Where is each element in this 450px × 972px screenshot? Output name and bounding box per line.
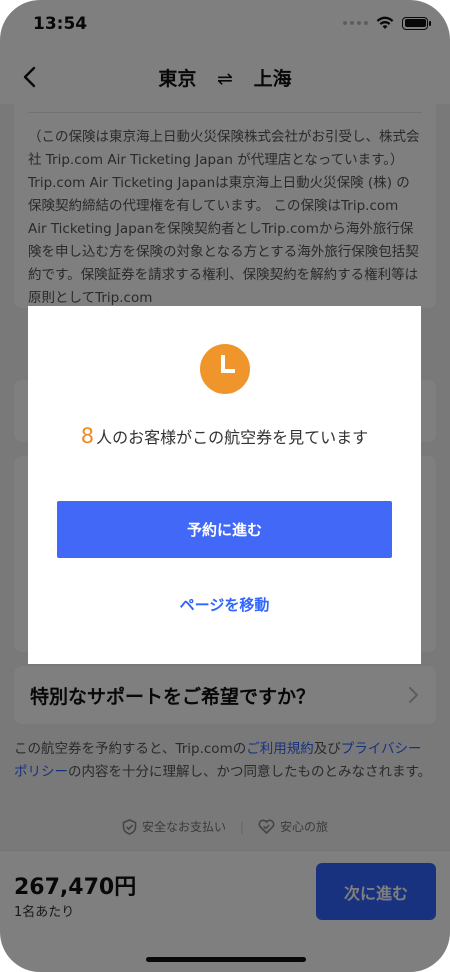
viewer-count: 8 <box>80 424 95 448</box>
app-screen: 13:54 東京 ⇌ 上海 （この保険は東京海上日動火災保険株式会社がお引受し、… <box>0 0 450 972</box>
viewers-modal: 8 人のお客様がこの航空券を見ています 予約に進む ページを移動 <box>28 306 421 664</box>
leave-page-link[interactable]: ページを移動 <box>28 594 421 615</box>
viewer-text: 人のお客様がこの航空券を見ています <box>96 428 369 447</box>
clock-icon <box>200 344 250 394</box>
proceed-to-booking-button[interactable]: 予約に進む <box>57 501 392 558</box>
viewers-message: 8 人のお客様がこの航空券を見ています <box>28 424 421 448</box>
